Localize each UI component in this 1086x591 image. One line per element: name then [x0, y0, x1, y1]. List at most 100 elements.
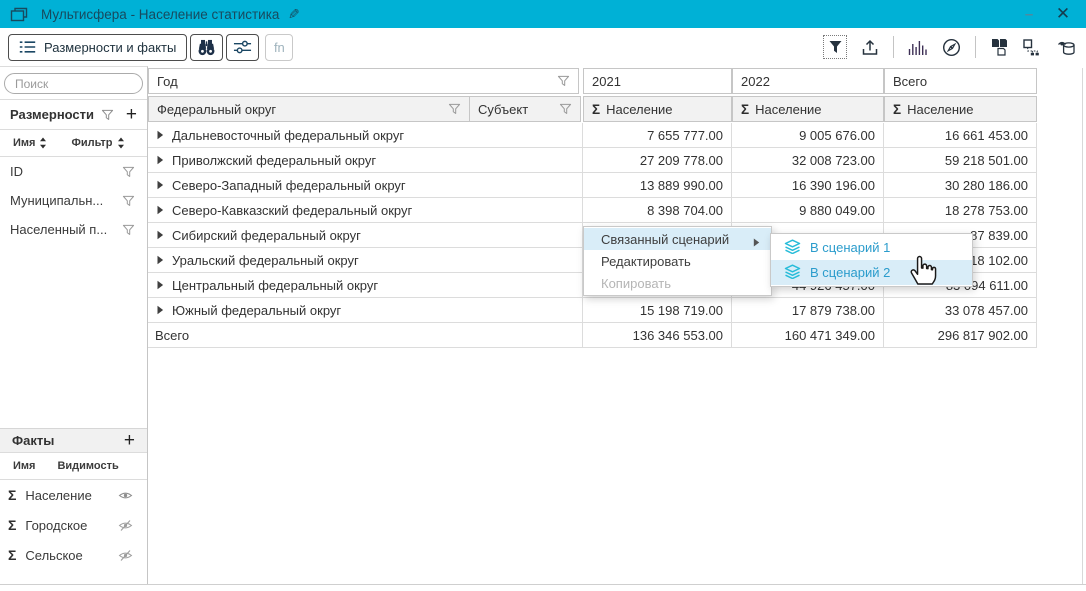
fact-list-item[interactable]: ΣГородское: [0, 510, 147, 540]
close-button[interactable]: ✕: [1046, 0, 1080, 28]
expand-arrow-icon[interactable]: [156, 230, 164, 240]
value-cell[interactable]: 8 398 704.00: [583, 198, 732, 223]
dimension-filter-icon[interactable]: [122, 166, 135, 178]
dimension-list-item[interactable]: Муниципальн...: [0, 186, 147, 215]
value-cell[interactable]: 17 879 738.00: [732, 298, 884, 323]
subject-header-cell[interactable]: Субъект: [469, 96, 581, 122]
value-cell[interactable]: 296 817 902.00: [884, 323, 1037, 348]
district-header-cell[interactable]: Федеральный округ: [148, 96, 470, 122]
row-name-label: Северо-Кавказский федеральный округ: [172, 203, 412, 218]
district-filter-icon[interactable]: [448, 103, 461, 115]
copy-scenario-icon[interactable]: [990, 38, 1009, 56]
value-cell[interactable]: 32 008 723.00: [732, 148, 884, 173]
year-2022-header[interactable]: 2022: [732, 68, 884, 94]
year-total-header[interactable]: Всего: [884, 68, 1037, 94]
sum-icon: Σ: [8, 547, 16, 563]
visibility-eye-icon[interactable]: [118, 490, 133, 501]
menu-item-label: Связанный сценарий: [601, 232, 729, 247]
dimensions-facts-button[interactable]: Размерности и факты: [8, 34, 187, 61]
filter-tool-icon[interactable]: [823, 35, 847, 59]
export-icon[interactable]: [861, 39, 879, 56]
value-cell[interactable]: 9 005 676.00: [732, 123, 884, 148]
value-cell[interactable]: 13 889 990.00: [583, 173, 732, 198]
expand-arrow-icon[interactable]: [156, 130, 164, 140]
value-cell[interactable]: 136 346 553.00: [583, 323, 732, 348]
value-cell[interactable]: 7 655 777.00: [583, 123, 732, 148]
submenu-item[interactable]: В сценарий 1: [771, 235, 972, 260]
row-name-cell[interactable]: Северо-Кавказский федеральный округ: [148, 198, 583, 223]
hierarchy-icon[interactable]: [1023, 39, 1042, 56]
sort-by-name[interactable]: Имя: [13, 137, 47, 149]
list-icon: [19, 40, 36, 54]
sort-by-filter[interactable]: Фильтр: [71, 137, 124, 149]
dimensions-filter-icon[interactable]: [101, 109, 114, 121]
expand-arrow-icon[interactable]: [156, 180, 164, 190]
value-cell[interactable]: 9 880 049.00: [732, 198, 884, 223]
row-name-cell[interactable]: Сибирский федеральный округ: [148, 223, 583, 248]
row-name-cell[interactable]: Уральский федеральный округ: [148, 248, 583, 273]
add-dimension-button[interactable]: +: [126, 105, 137, 124]
table-row: Северо-Кавказский федеральный округ 8 398…: [148, 198, 1037, 223]
context-menu-item[interactable]: Копировать: [584, 272, 771, 294]
expand-arrow-icon[interactable]: [156, 280, 164, 290]
visibility-eye-off-icon[interactable]: [118, 550, 133, 561]
row-name-cell[interactable]: Южный федеральный округ: [148, 298, 583, 323]
value-cell[interactable]: 33 078 457.00: [884, 298, 1037, 323]
settings-sliders-button[interactable]: [226, 34, 259, 61]
dimension-list-item[interactable]: Населенный п...: [0, 215, 147, 244]
row-name-cell[interactable]: Всего: [148, 323, 583, 348]
cell-value: 18 102.00: [970, 253, 1028, 268]
year-2021-header[interactable]: 2021: [583, 68, 732, 94]
subject-filter-icon[interactable]: [559, 103, 572, 115]
dimensions-facts-label: Размерности и факты: [44, 40, 176, 55]
visibility-doc-icon[interactable]: [1056, 38, 1076, 56]
year-header-cell[interactable]: Год: [148, 68, 579, 94]
fact-list-item[interactable]: ΣНаселение: [0, 480, 147, 510]
row-name-cell[interactable]: Северо-Западный федеральный округ: [148, 173, 583, 198]
value-cell[interactable]: 160 471 349.00: [732, 323, 884, 348]
dimension-list-item[interactable]: ID: [0, 157, 147, 186]
chart-icon[interactable]: [908, 40, 928, 55]
search-input[interactable]: [4, 73, 143, 94]
expand-arrow-icon[interactable]: [156, 155, 164, 165]
cell-value: 16 661 453.00: [945, 128, 1028, 143]
value-cell[interactable]: 27 209 778.00: [583, 148, 732, 173]
value-cell[interactable]: 16 661 453.00: [884, 123, 1037, 148]
value-cell[interactable]: 59 218 501.00: [884, 148, 1037, 173]
dimension-filter-icon[interactable]: [122, 195, 135, 207]
dimensions-columns-header: Имя Фильтр: [0, 130, 147, 157]
sum-icon: Σ: [8, 487, 16, 503]
measure-header-total[interactable]: Σ Население: [884, 96, 1037, 122]
value-cell[interactable]: 18 278 753.00: [884, 198, 1037, 223]
context-menu-item[interactable]: Редактировать: [584, 250, 771, 272]
value-cell[interactable]: 16 390 196.00: [732, 173, 884, 198]
row-name-label: Центральный федеральный округ: [172, 278, 378, 293]
expand-arrow-icon[interactable]: [156, 255, 164, 265]
visibility-eye-off-icon[interactable]: [118, 520, 133, 531]
formula-fn-button[interactable]: fn: [265, 34, 293, 61]
row-name-cell[interactable]: Приволжский федеральный округ: [148, 148, 583, 173]
row-name-cell[interactable]: Дальневосточный федеральный округ: [148, 123, 583, 148]
expand-arrow-icon[interactable]: [156, 205, 164, 215]
row-name-cell[interactable]: Центральный федеральный округ: [148, 273, 583, 298]
minimize-button[interactable]: –: [1012, 0, 1046, 28]
cell-value: 8 398 704.00: [647, 203, 723, 218]
search-binoculars-button[interactable]: [190, 34, 223, 61]
year-filter-icon[interactable]: [557, 75, 570, 87]
value-cell[interactable]: 30 280 186.00: [884, 173, 1037, 198]
cell-value: 18 278 753.00: [945, 203, 1028, 218]
value-cell[interactable]: 15 198 719.00: [583, 298, 732, 323]
dimension-filter-icon[interactable]: [122, 224, 135, 236]
sidebar: Размерности + Имя Фильтр IDМуниципальн..…: [0, 66, 148, 584]
context-menu-item[interactable]: Связанный сценарий: [584, 228, 771, 250]
compass-icon[interactable]: [942, 38, 961, 57]
scrollbar-track[interactable]: [1082, 68, 1083, 584]
fact-list-item[interactable]: ΣСельское: [0, 540, 147, 570]
expand-arrow-icon[interactable]: [156, 305, 164, 315]
submenu-item[interactable]: В сценарий 2: [771, 260, 972, 285]
measure-header-2022[interactable]: Σ Население: [732, 96, 884, 122]
measure-header-2021[interactable]: Σ Население: [583, 96, 732, 122]
add-fact-button[interactable]: +: [124, 431, 135, 450]
filter-column-label: Фильтр: [71, 137, 112, 149]
rename-pencil-icon[interactable]: ✎: [288, 6, 300, 23]
